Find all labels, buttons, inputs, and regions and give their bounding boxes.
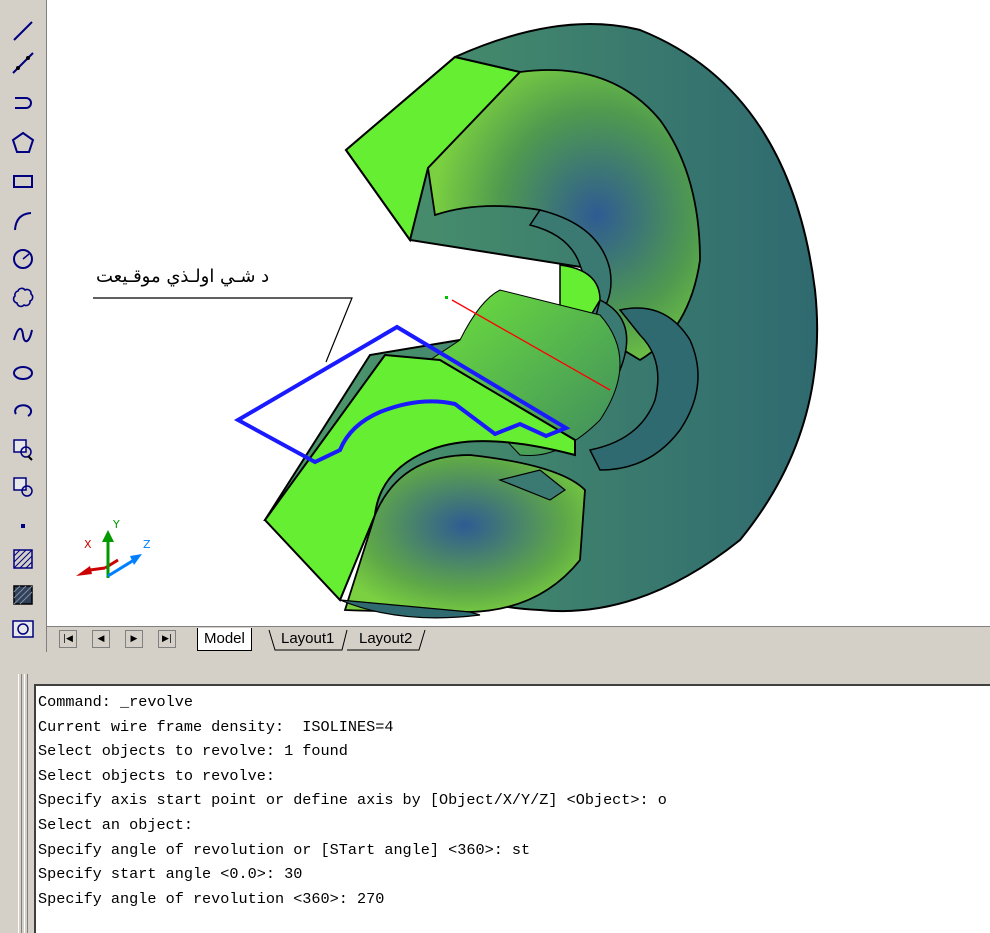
draw-toolbar [0,0,47,652]
insert-block-icon[interactable] [6,432,40,466]
command-line: Specify angle of revolution or [STart an… [38,840,531,859]
prev-tab-button[interactable]: ◀ [92,630,110,648]
construction-line-icon[interactable] [6,46,40,80]
ellipse-arc-icon[interactable] [6,394,40,428]
command-line: Specify start angle <0.0>: 30 [38,865,303,884]
polyline-icon[interactable] [6,86,40,120]
svg-text:Z: Z [143,538,151,551]
hatch-icon[interactable] [6,542,40,576]
command-line: Select an object: [38,815,193,834]
rectangle-icon[interactable] [6,164,40,198]
command-line: Select objects to revolve: 1 found [38,742,348,761]
polygon-icon[interactable] [6,126,40,160]
command-line: Specify angle of revolution <360>: 270 [38,889,385,908]
command-window-grip-2[interactable] [24,674,28,933]
leader-line [93,297,353,363]
region-icon[interactable] [6,614,40,644]
command-line: Current wire frame density: ISOLINES=4 [38,717,394,736]
last-tab-button[interactable]: ▶| [158,630,176,648]
spline-icon[interactable] [6,318,40,352]
command-history[interactable]: Command: _revolve Current wire frame den… [34,684,990,933]
svg-text:X: X [84,538,92,551]
command-window: Command: _revolve Current wire frame den… [0,664,990,933]
first-tab-button[interactable]: |◀ [59,630,77,648]
annotation-text: د شـي اولـذي موقـيعت [96,266,269,287]
make-block-icon[interactable] [6,470,40,504]
tab-model[interactable]: Model [197,628,252,651]
point-icon[interactable] [6,506,40,540]
revolved-solid-drawing: د شـي اولـذي موقـيعت X Y Z [76,23,819,619]
circle-icon[interactable] [6,242,40,276]
command-line: Select objects to revolve: [38,766,275,785]
gradient-icon[interactable] [6,578,40,612]
command-line: Command: _revolve [38,693,193,711]
svg-text:Y: Y [112,518,120,531]
ucs-icon: X Y Z [76,518,151,578]
next-tab-button[interactable]: ▶ [125,630,143,648]
command-window-grip[interactable] [18,674,22,933]
revision-cloud-icon[interactable] [6,280,40,314]
tab-outline [268,629,426,651]
model-viewport[interactable]: د شـي اولـذي موقـيعت X Y Z [47,0,990,626]
ellipse-icon[interactable] [6,356,40,390]
layout-tab-bar: |◀ ◀ ▶ ▶| Model Layout1 Layout2 [47,626,990,653]
command-line: Specify axis start point or define axis … [38,791,667,810]
line-icon[interactable] [6,14,40,48]
arc-icon[interactable] [6,204,40,238]
